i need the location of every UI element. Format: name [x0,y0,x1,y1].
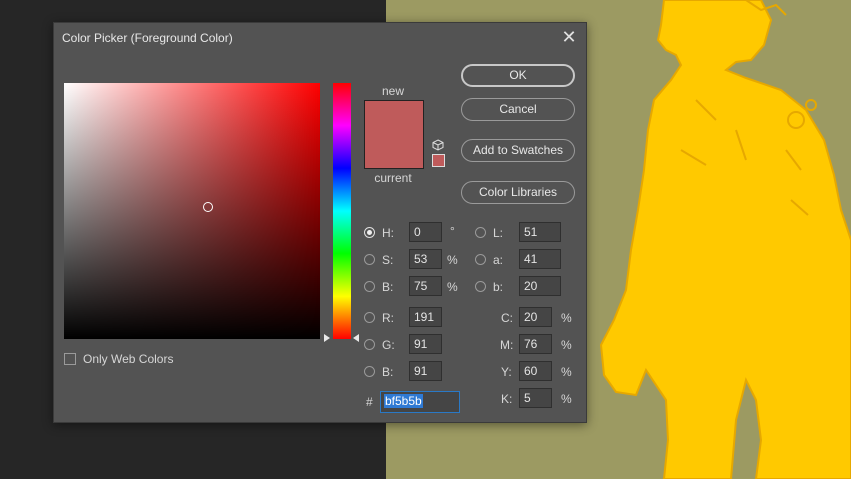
red-input[interactable]: 191 [409,307,442,327]
black-label: K: [501,392,513,406]
lab-b-radio[interactable] [475,281,486,292]
current-color-label: current [374,171,412,185]
black-unit: % [561,392,572,406]
blue-label: B: [382,365,394,379]
black-input[interactable]: 5 [519,388,552,408]
color-picker-dialog: Color Picker (Foreground Color) ✕ new cu… [53,22,587,423]
web-safe-color-swatch[interactable] [432,154,445,167]
hue-slider[interactable] [333,83,351,339]
cancel-button[interactable]: Cancel [461,98,575,121]
green-input[interactable]: 91 [409,334,442,354]
lab-l-radio[interactable] [475,227,486,238]
ok-button[interactable]: OK [461,64,575,87]
lab-a-radio[interactable] [475,254,486,265]
hue-unit: ° [450,224,455,238]
canvas-artwork-character [599,0,851,479]
blue-input[interactable]: 91 [409,361,442,381]
current-color-swatch[interactable] [364,134,424,169]
lab-l-label: L: [493,226,504,240]
green-label: G: [382,338,395,352]
magenta-unit: % [561,338,572,352]
color-field-cursor[interactable] [203,202,213,212]
brightness-radio[interactable] [364,281,375,292]
out-of-web-gamut-cube-icon[interactable] [432,139,444,151]
new-color-swatch [364,100,424,135]
lab-b-input[interactable]: 20 [519,276,561,296]
red-radio[interactable] [364,312,375,323]
brightness-label: B: [382,280,394,294]
brightness-unit: % [447,280,458,294]
cyan-unit: % [561,311,572,325]
color-libraries-button[interactable]: Color Libraries [461,181,575,204]
saturation-unit: % [447,253,458,267]
color-field[interactable] [64,83,320,339]
hue-slider-right-arrow-icon[interactable] [353,334,359,342]
only-web-colors-checkbox[interactable] [64,353,76,365]
magenta-input[interactable]: 76 [519,334,552,354]
lab-a-input[interactable]: 41 [519,249,561,269]
cyan-input[interactable]: 20 [519,307,552,327]
hue-label: H: [382,226,394,240]
lab-b-label: b: [493,280,504,294]
cyan-label: C: [501,311,513,325]
saturation-label: S: [382,253,394,267]
add-to-swatches-button[interactable]: Add to Swatches [461,139,575,162]
green-radio[interactable] [364,339,375,350]
yellow-label: Y: [501,365,512,379]
yellow-input[interactable]: 60 [519,361,552,381]
hex-input-value: bf5b5b [384,394,423,408]
saturation-input[interactable]: 53 [409,249,442,269]
hue-radio[interactable] [364,227,375,238]
lab-a-label: a: [493,253,504,267]
hue-input[interactable]: 0 [409,222,442,242]
lab-l-input[interactable]: 51 [519,222,561,242]
yellow-unit: % [561,365,572,379]
new-color-label: new [381,84,404,98]
hex-label: # [366,395,373,409]
red-label: R: [382,311,394,325]
dialog-title: Color Picker (Foreground Color) [62,31,233,45]
hex-input[interactable]: bf5b5b [380,391,460,413]
close-icon[interactable]: ✕ [558,26,580,48]
dialog-titlebar[interactable]: Color Picker (Foreground Color) ✕ [54,23,586,53]
hue-slider-left-arrow-icon[interactable] [324,334,330,342]
only-web-colors-label[interactable]: Only Web Colors [83,352,173,366]
magenta-label: M: [500,338,514,352]
brightness-input[interactable]: 75 [409,276,442,296]
saturation-radio[interactable] [364,254,375,265]
blue-radio[interactable] [364,366,375,377]
